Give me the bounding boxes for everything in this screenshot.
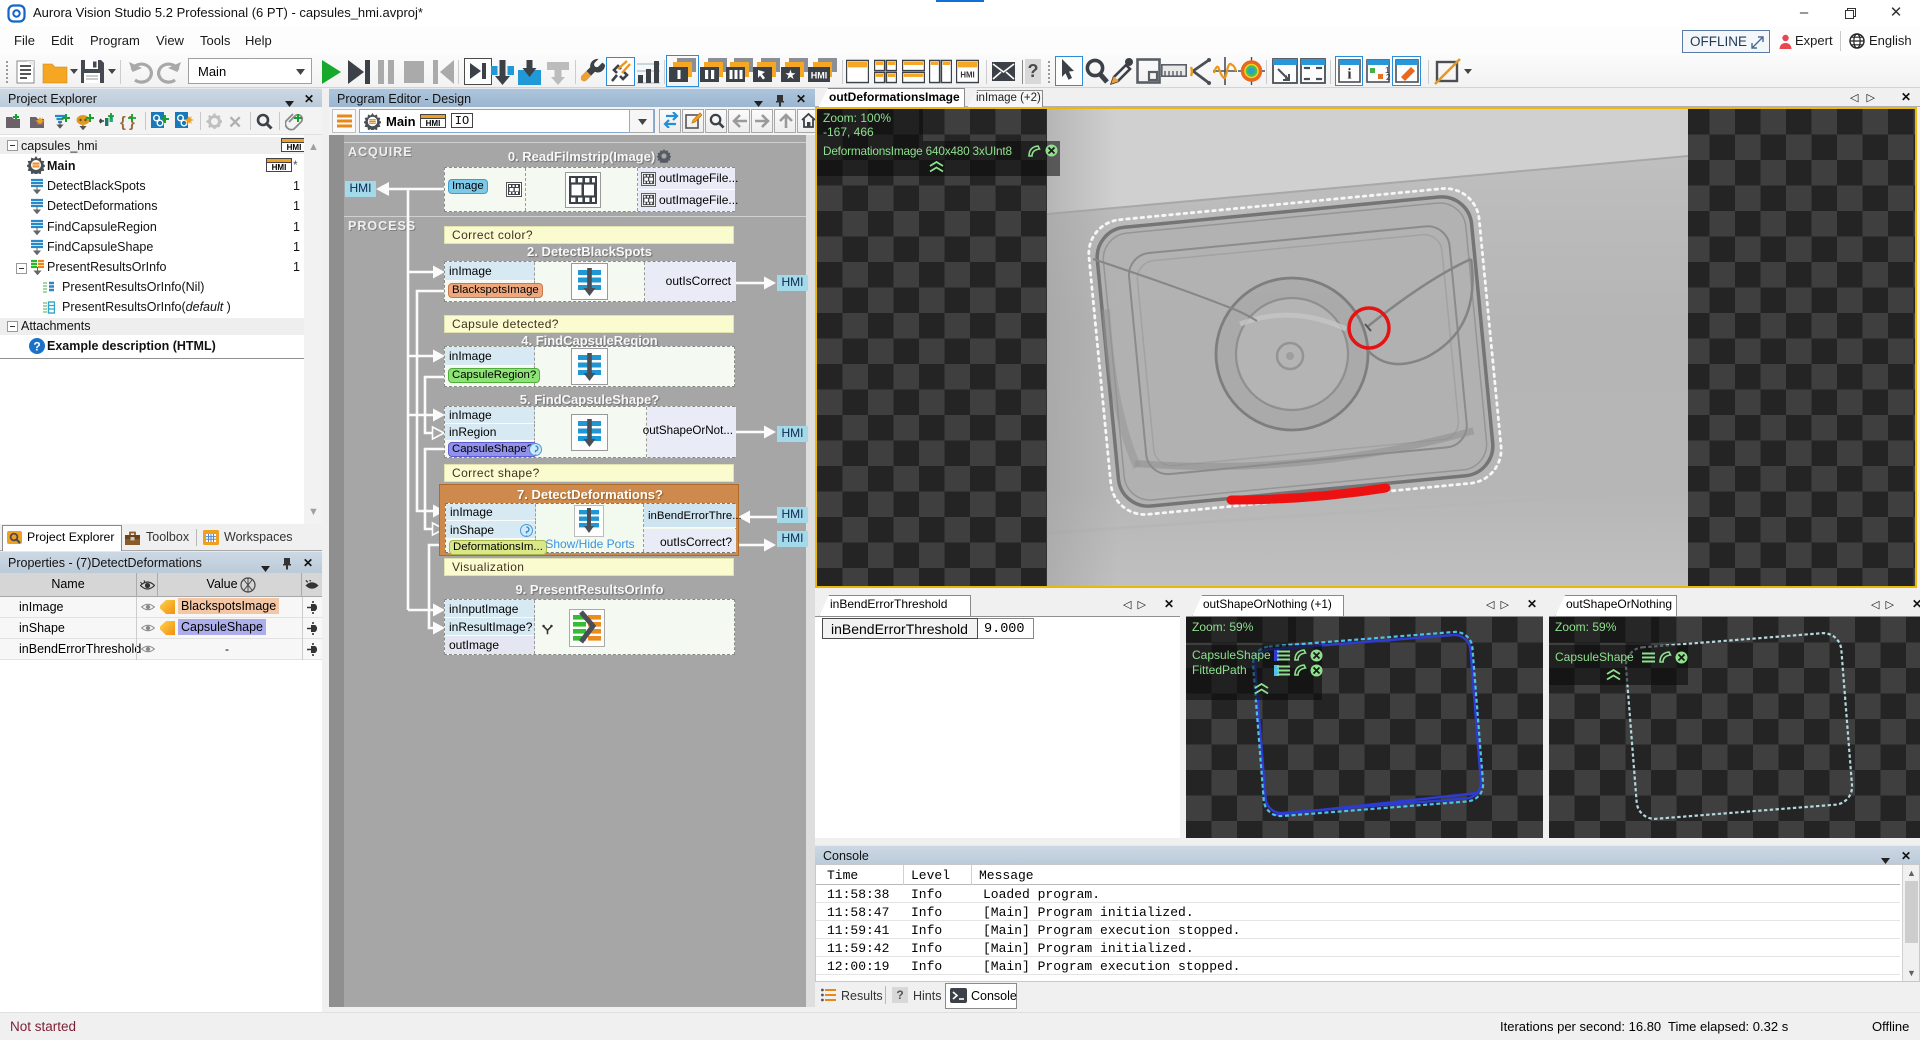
svg-text:i: i: [1347, 67, 1351, 83]
svg-text:2: 2: [1386, 73, 1390, 82]
svg-text:{: {: [120, 114, 126, 131]
svg-text:?: ?: [33, 340, 40, 354]
svg-text:HMI: HMI: [811, 71, 828, 81]
svg-text:HMI: HMI: [960, 70, 974, 79]
svg-text:★: ★: [785, 67, 797, 82]
